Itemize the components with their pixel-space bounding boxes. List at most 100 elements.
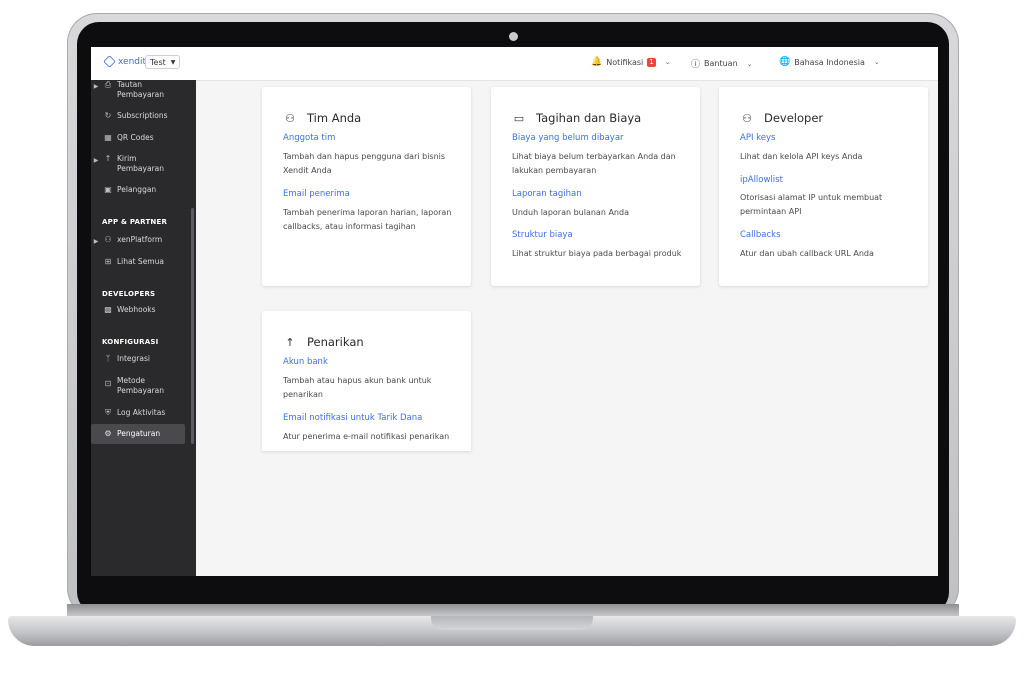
sidebar-item-send-payment[interactable]: ▶ ↑ Kirim Pembayaran bbox=[91, 154, 185, 174]
environment-label: Test bbox=[150, 57, 166, 67]
card-description: Lihat struktur biaya pada berbagai produ… bbox=[512, 249, 682, 258]
card-team: ⚇ Tim Anda Anggota tim Tambah dan hapus … bbox=[262, 87, 471, 286]
card-description: Atur dan ubah callback URL Anda bbox=[740, 249, 874, 258]
globe-icon: 🌐 bbox=[779, 57, 791, 67]
sidebar-item-see-all[interactable]: ⊞ Lihat Semua bbox=[91, 257, 185, 267]
logo-text: xendit bbox=[118, 56, 147, 67]
card-title: Tim Anda bbox=[307, 111, 362, 125]
integration-icon: ᛉ bbox=[105, 354, 111, 363]
language-label: Bahasa Indonesia bbox=[794, 57, 865, 67]
card-description: Unduh laporan bulanan Anda bbox=[512, 208, 629, 217]
chevron-right-icon: ▶ bbox=[93, 83, 99, 90]
environment-select[interactable]: Test ▼ bbox=[145, 55, 181, 69]
card-developer: ⚇ Developer API keys Lihat dan kelola AP… bbox=[719, 87, 928, 286]
help-icon: ⓘ bbox=[691, 60, 701, 70]
notifications-badge: 1 bbox=[647, 57, 656, 67]
team-icon: ⚇ bbox=[285, 111, 295, 125]
card-description: Tambah atau hapus akun bank untuk penari… bbox=[283, 376, 432, 399]
top-bar: xendit Test ▼ 🔔 Notifikasi 1 ⌄ ⓘ Bantuan… bbox=[91, 47, 938, 81]
sidebar-item-payment-links[interactable]: ▶ ⎙ Tautan Pembayaran bbox=[91, 80, 185, 100]
xendit-logo-icon bbox=[103, 55, 116, 68]
notifications-label: Notifikasi bbox=[606, 57, 644, 67]
sidebar-item-payment-methods[interactable]: ⊡ Metode Pembayaran bbox=[91, 376, 185, 396]
users-icon: ⚇ bbox=[104, 235, 112, 244]
chevron-down-icon: ⌄ bbox=[664, 58, 671, 66]
sidebar-item-subscriptions[interactable]: ↻ Subscriptions bbox=[91, 111, 185, 121]
sidebar-item-label: Subscriptions bbox=[117, 111, 168, 120]
sidebar-item-webhooks[interactable]: ▩ Webhooks bbox=[91, 305, 185, 315]
sidebar-item-label: Integrasi bbox=[117, 354, 150, 363]
link-icon: ⎙ bbox=[104, 80, 112, 89]
sidebar-item-label: Pengaturan bbox=[117, 429, 161, 438]
callbacks-link[interactable]: Callbacks bbox=[740, 230, 781, 240]
xendit-logo[interactable]: xendit bbox=[103, 55, 147, 68]
sidebar-item-label: Metode bbox=[117, 376, 145, 385]
team-members-link[interactable]: Anggota tim bbox=[283, 133, 335, 143]
notifications-menu[interactable]: 🔔 Notifikasi 1 ⌄ bbox=[591, 57, 671, 67]
chevron-right-icon: ▶ bbox=[93, 157, 99, 164]
card-billing: ▭ Tagihan dan Biaya Biaya yang belum dib… bbox=[491, 87, 700, 286]
sidebar-scrollbar[interactable] bbox=[191, 208, 194, 444]
sidebar-item-label: Pembayaran bbox=[117, 386, 164, 395]
help-menu[interactable]: ⓘ Bantuan ⌄ bbox=[691, 57, 753, 70]
sidebar-item-label: QR Codes bbox=[117, 133, 154, 142]
card-description: Otorisasi alamat IP untuk membuat permin… bbox=[740, 193, 883, 216]
grid-icon: ⊞ bbox=[104, 257, 112, 266]
unpaid-fees-link[interactable]: Biaya yang belum dibayar bbox=[512, 133, 624, 143]
sidebar: ▶ ⎙ Tautan Pembayaran ↻ Subscriptions ▦ Q… bbox=[91, 80, 196, 576]
card-description: Tambah dan hapus pengguna dari bisnis Xe… bbox=[283, 152, 446, 175]
withdraw-notification-email-link[interactable]: Email notifikasi untuk Tarik Dana bbox=[283, 413, 422, 423]
chevron-down-icon: ▼ bbox=[170, 58, 176, 66]
chevron-down-icon: ⌄ bbox=[746, 59, 753, 68]
card-description: Tambah penerima laporan harian, laporan … bbox=[283, 208, 452, 231]
sidebar-item-label: Pembayaran bbox=[117, 164, 164, 173]
payment-method-icon: ⊡ bbox=[104, 379, 112, 388]
sidebar-item-label: xenPlatform bbox=[117, 235, 163, 244]
ip-allowlist-link[interactable]: ipAllowlist bbox=[740, 175, 783, 185]
contact-card-icon: ▣ bbox=[104, 185, 112, 194]
sidebar-item-customers[interactable]: ▣ Pelanggan bbox=[91, 185, 185, 195]
laptop-notch bbox=[431, 616, 593, 630]
billing-report-link[interactable]: Laporan tagihan bbox=[512, 189, 582, 199]
arrow-up-icon: ↑ bbox=[104, 154, 112, 163]
section-developers: DEVELOPERS bbox=[102, 290, 156, 298]
sidebar-item-label: Log Aktivitas bbox=[117, 408, 166, 417]
sidebar-item-activity-log[interactable]: ⛨ Log Aktivitas bbox=[91, 408, 185, 418]
api-keys-link[interactable]: API keys bbox=[740, 133, 775, 143]
sidebar-item-label: Lihat Semua bbox=[117, 257, 164, 266]
withdraw-icon: ↑ bbox=[285, 335, 295, 349]
bell-icon: 🔔 bbox=[591, 57, 603, 67]
shield-icon: ⛨ bbox=[105, 408, 111, 417]
sidebar-item-label: Pembayaran bbox=[117, 90, 164, 99]
recipient-email-link[interactable]: Email penerima bbox=[283, 189, 350, 199]
card-title: Penarikan bbox=[307, 335, 364, 349]
sidebar-item-settings[interactable]: ⚙ Pengaturan bbox=[91, 424, 185, 444]
sidebar-item-xenplatform[interactable]: ▶ ⚇ xenPlatform bbox=[91, 235, 185, 247]
fee-structure-link[interactable]: Struktur biaya bbox=[512, 230, 573, 240]
sidebar-item-label: Webhooks bbox=[117, 305, 156, 314]
chevron-down-icon: ⌄ bbox=[873, 58, 880, 66]
section-configuration: KONFIGURASI bbox=[102, 338, 159, 346]
sidebar-item-label: Pelanggan bbox=[117, 185, 157, 194]
card-title: Developer bbox=[764, 111, 824, 125]
credit-card-icon: ▭ bbox=[513, 111, 525, 125]
language-menu[interactable]: 🌐 Bahasa Indonesia ⌄ bbox=[779, 57, 880, 67]
sidebar-item-qr-codes[interactable]: ▦ QR Codes bbox=[91, 133, 185, 143]
webhook-icon: ▩ bbox=[104, 305, 112, 314]
card-withdrawal: ↑ Penarikan Akun bank Tambah atau hapus … bbox=[262, 311, 471, 451]
bank-account-link[interactable]: Akun bank bbox=[283, 357, 328, 367]
help-label: Bantuan bbox=[704, 59, 738, 68]
card-title: Tagihan dan Biaya bbox=[536, 111, 642, 125]
add-user-icon: ⚇ bbox=[742, 111, 752, 125]
gear-icon: ⚙ bbox=[104, 429, 112, 438]
refresh-icon: ↻ bbox=[104, 111, 112, 120]
card-description: Lihat dan kelola API keys Anda bbox=[740, 152, 863, 161]
section-app-partner: APP & PARTNER bbox=[102, 218, 168, 226]
chevron-right-icon: ▶ bbox=[93, 238, 99, 245]
card-description: Lihat biaya belum terbayarkan Anda dan l… bbox=[512, 152, 676, 175]
laptop-frame: xendit Test ▼ 🔔 Notifikasi 1 ⌄ ⓘ Bantuan… bbox=[0, 0, 1024, 683]
sidebar-item-label: Tautan bbox=[117, 80, 142, 89]
card-description: Atur penerima e-mail notifikasi penarika… bbox=[283, 432, 450, 441]
sidebar-item-integration[interactable]: ᛉ Integrasi bbox=[91, 354, 185, 364]
camera-icon bbox=[509, 32, 518, 41]
